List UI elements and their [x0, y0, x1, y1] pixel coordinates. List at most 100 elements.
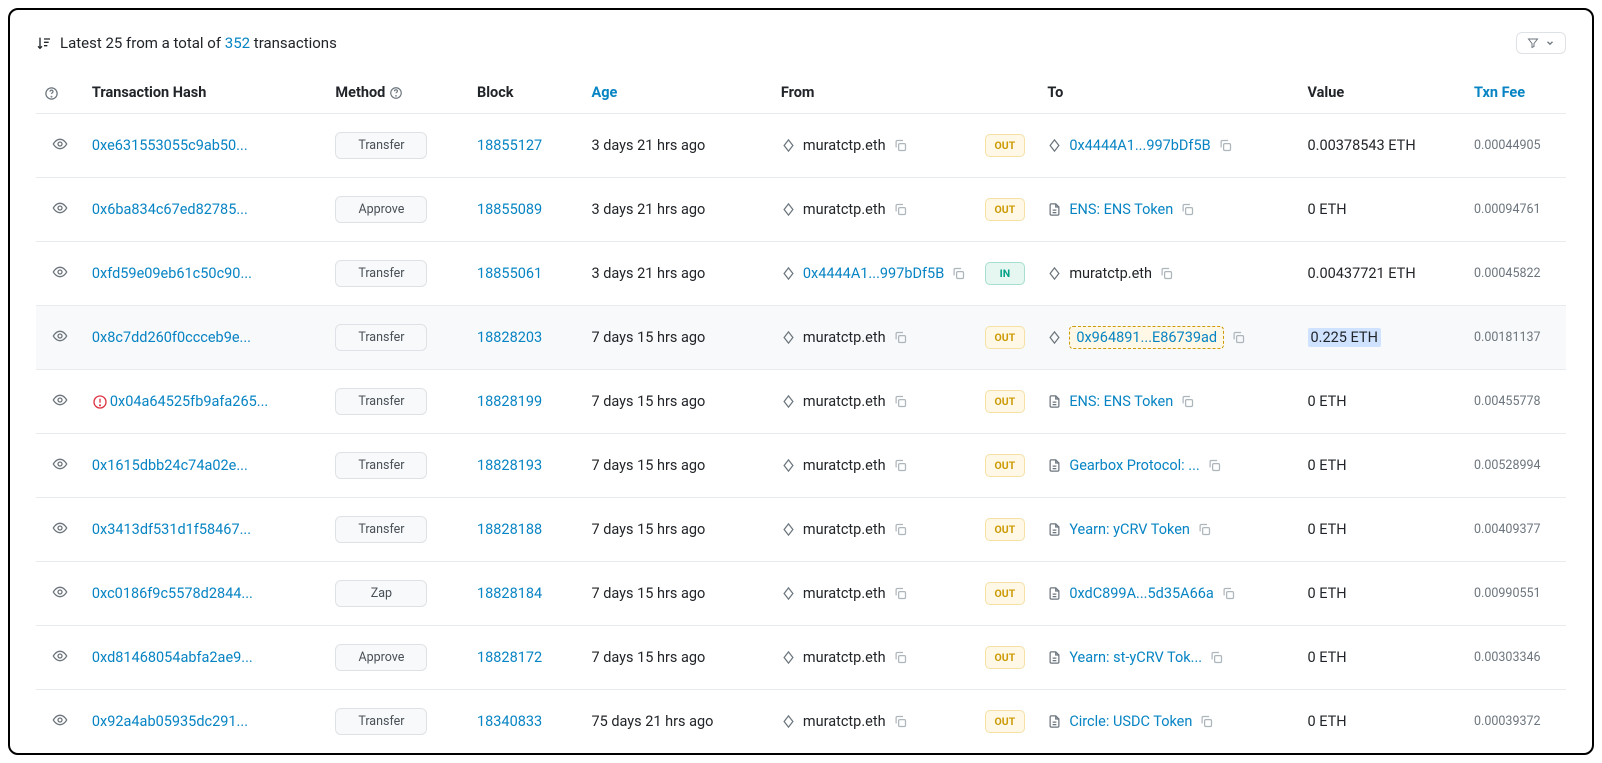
address-link[interactable]: muratctp.eth: [803, 649, 886, 666]
tx-direction: OUT: [977, 626, 1039, 690]
col-fee[interactable]: Txn Fee: [1466, 72, 1566, 114]
summary-suffix: transactions: [254, 34, 337, 52]
tx-hash[interactable]: 0xc0186f9c5578d2844...: [84, 562, 328, 626]
copy-icon[interactable]: [893, 714, 908, 729]
method-pill[interactable]: Transfer: [335, 324, 427, 351]
view-details[interactable]: [36, 370, 84, 434]
tx-hash[interactable]: 0xd81468054abfa2ae9...: [84, 626, 328, 690]
address-link[interactable]: muratctp.eth: [803, 201, 886, 218]
copy-icon[interactable]: [893, 586, 908, 601]
copy-icon[interactable]: [893, 522, 908, 537]
address-link[interactable]: Gearbox Protocol: ...: [1069, 457, 1199, 474]
copy-icon[interactable]: [893, 202, 908, 217]
help-icon[interactable]: [44, 86, 59, 101]
tx-age: 3 days 21 hrs ago: [583, 114, 772, 178]
address-link[interactable]: 0xdC899A...5d35A66a: [1069, 585, 1213, 602]
address-link[interactable]: muratctp.eth: [1069, 265, 1152, 282]
copy-icon[interactable]: [893, 650, 908, 665]
view-details[interactable]: [36, 242, 84, 306]
view-details[interactable]: [36, 114, 84, 178]
tx-hash[interactable]: 0x6ba834c67ed82785...: [84, 178, 328, 242]
tx-block[interactable]: 18828172: [469, 626, 583, 690]
address-link[interactable]: muratctp.eth: [803, 585, 886, 602]
copy-icon[interactable]: [1199, 714, 1214, 729]
copy-icon[interactable]: [1180, 394, 1195, 409]
transactions-table: Transaction Hash Method Block Age From T…: [36, 72, 1566, 753]
copy-icon[interactable]: [893, 458, 908, 473]
copy-icon[interactable]: [1180, 202, 1195, 217]
copy-icon[interactable]: [1231, 330, 1246, 345]
address-link[interactable]: muratctp.eth: [803, 457, 886, 474]
tx-block[interactable]: 18828203: [469, 306, 583, 370]
summary-count[interactable]: 352: [225, 34, 250, 52]
document-icon: [1047, 522, 1062, 537]
method-pill[interactable]: Transfer: [335, 388, 427, 415]
view-details[interactable]: [36, 498, 84, 562]
address-link[interactable]: muratctp.eth: [803, 329, 886, 346]
address-link[interactable]: muratctp.eth: [803, 521, 886, 538]
view-details[interactable]: [36, 434, 84, 498]
tx-block[interactable]: 18855127: [469, 114, 583, 178]
view-details[interactable]: [36, 562, 84, 626]
tx-block[interactable]: 18855061: [469, 242, 583, 306]
tx-block[interactable]: 18340833: [469, 690, 583, 754]
method-pill[interactable]: Transfer: [335, 708, 427, 735]
copy-icon[interactable]: [1197, 522, 1212, 537]
filter-button[interactable]: [1516, 32, 1566, 54]
tx-from: muratctp.eth: [773, 434, 977, 498]
col-age[interactable]: Age: [583, 72, 772, 114]
tx-hash[interactable]: 0x3413df531d1f58467...: [84, 498, 328, 562]
method-pill[interactable]: Transfer: [335, 452, 427, 479]
address-link[interactable]: Circle: USDC Token: [1069, 713, 1192, 730]
tx-hash[interactable]: 0x1615dbb24c74a02e...: [84, 434, 328, 498]
copy-icon[interactable]: [893, 394, 908, 409]
address-link[interactable]: ENS: ENS Token: [1069, 201, 1173, 218]
copy-icon[interactable]: [1207, 458, 1222, 473]
copy-icon[interactable]: [893, 330, 908, 345]
view-details[interactable]: [36, 306, 84, 370]
copy-icon[interactable]: [951, 266, 966, 281]
tx-hash[interactable]: 0x04a64525fb9afa265...: [84, 370, 328, 434]
copy-icon[interactable]: [1209, 650, 1224, 665]
address-link[interactable]: 0x964891...E86739ad: [1069, 326, 1224, 349]
tx-hash[interactable]: 0xe631553055c9ab50...: [84, 114, 328, 178]
copy-icon[interactable]: [1159, 266, 1174, 281]
address-link[interactable]: muratctp.eth: [803, 137, 886, 154]
method-pill[interactable]: Approve: [335, 644, 427, 671]
direction-badge: OUT: [985, 390, 1025, 413]
tx-block[interactable]: 18828188: [469, 498, 583, 562]
address-link[interactable]: 0x4444A1...997bDf5B: [803, 265, 944, 282]
address-link[interactable]: Yearn: st-yCRV Tok...: [1069, 649, 1202, 666]
method-pill[interactable]: Transfer: [335, 516, 427, 543]
address-link[interactable]: Yearn: yCRV Token: [1069, 521, 1190, 538]
address-link[interactable]: muratctp.eth: [803, 713, 886, 730]
tx-block[interactable]: 18828199: [469, 370, 583, 434]
tx-block[interactable]: 18828184: [469, 562, 583, 626]
method-pill[interactable]: Zap: [335, 580, 427, 607]
tx-block[interactable]: 18828193: [469, 434, 583, 498]
help-icon[interactable]: [389, 86, 403, 100]
view-details[interactable]: [36, 626, 84, 690]
address-link[interactable]: ENS: ENS Token: [1069, 393, 1173, 410]
copy-icon[interactable]: [893, 138, 908, 153]
view-details[interactable]: [36, 690, 84, 754]
error-icon: [92, 394, 108, 410]
copy-icon[interactable]: [1221, 586, 1236, 601]
tx-method: Transfer: [327, 242, 469, 306]
tx-from: muratctp.eth: [773, 306, 977, 370]
method-pill[interactable]: Transfer: [335, 260, 427, 287]
view-details[interactable]: [36, 178, 84, 242]
document-icon: [1047, 650, 1062, 665]
copy-icon[interactable]: [1218, 138, 1233, 153]
tx-hash[interactable]: 0x92a4ab05935dc291...: [84, 690, 328, 754]
sort-icon[interactable]: [36, 35, 52, 51]
method-pill[interactable]: Approve: [335, 196, 427, 223]
tx-to: ENS: ENS Token: [1039, 178, 1299, 242]
method-pill[interactable]: Transfer: [335, 132, 427, 159]
col-hash: Transaction Hash: [84, 72, 328, 114]
address-link[interactable]: 0x4444A1...997bDf5B: [1069, 137, 1210, 154]
tx-block[interactable]: 18855089: [469, 178, 583, 242]
tx-hash[interactable]: 0xfd59e09eb61c50c90...: [84, 242, 328, 306]
tx-hash[interactable]: 0x8c7dd260f0ccceb9e...: [84, 306, 328, 370]
address-link[interactable]: muratctp.eth: [803, 393, 886, 410]
